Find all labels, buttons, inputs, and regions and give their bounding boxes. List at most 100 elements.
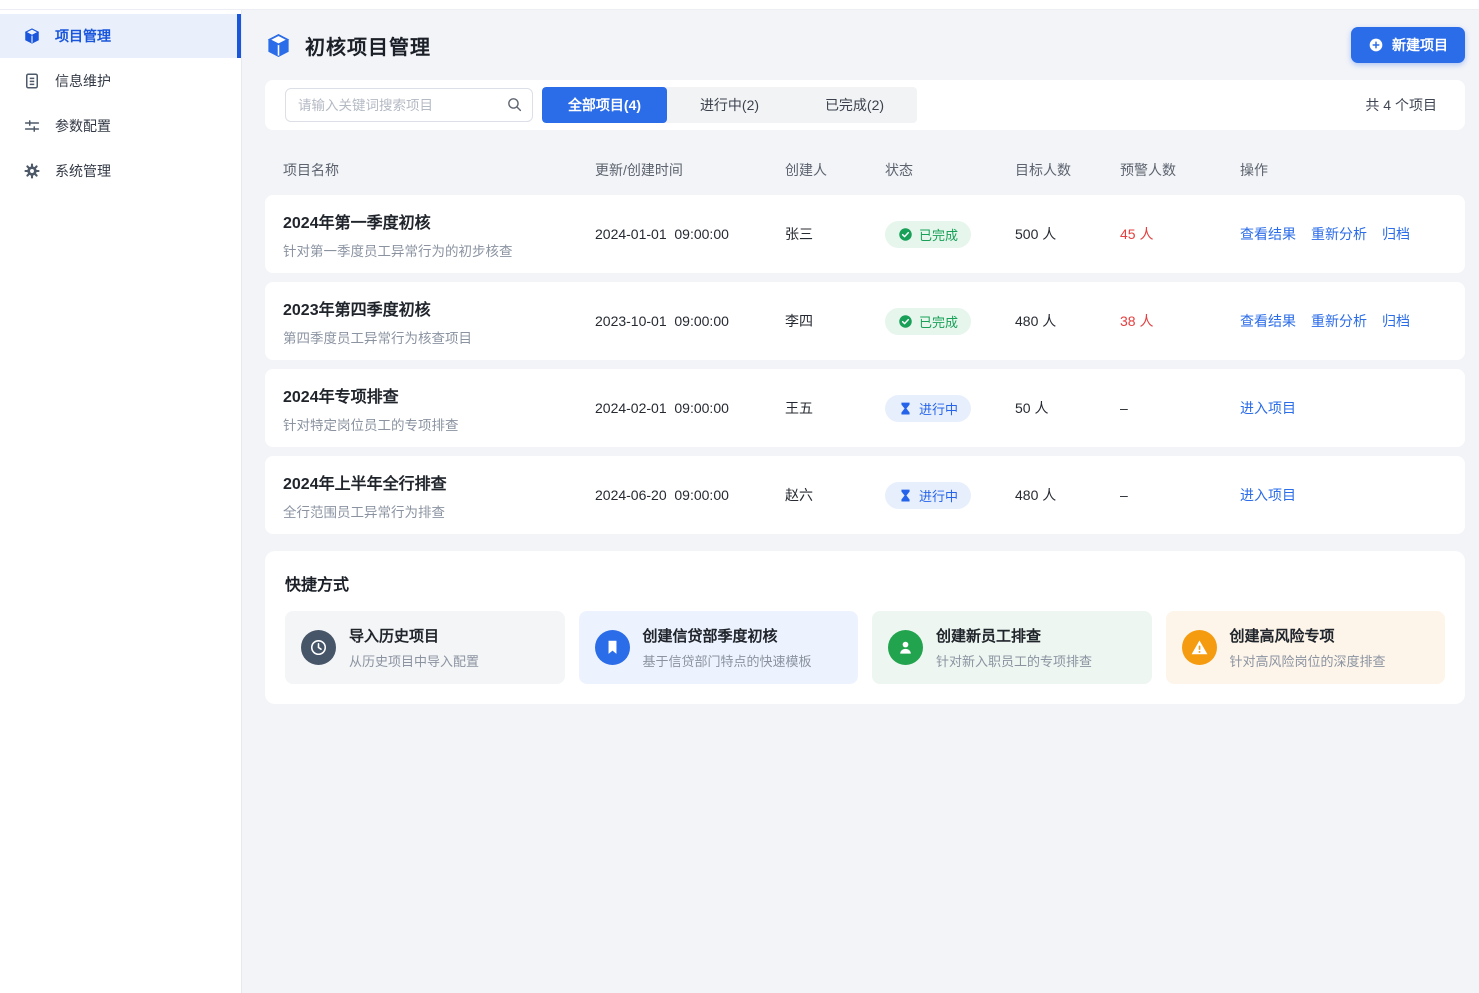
project-name: 2024年第一季度初核 bbox=[283, 209, 595, 233]
column-header-name: 项目名称 bbox=[283, 160, 595, 180]
project-name: 2024年上半年全行排查 bbox=[283, 470, 595, 494]
shortcut-title: 创建信贷部季度初核 bbox=[643, 625, 812, 646]
shortcut-description: 针对新入职员工的专项排查 bbox=[936, 651, 1092, 670]
warning-triangle-icon bbox=[1182, 630, 1217, 665]
project-name: 2024年专项排查 bbox=[283, 383, 595, 407]
project-creator: 赵六 bbox=[785, 485, 885, 505]
shortcut-import-history[interactable]: 导入历史项目 从历史项目中导入配置 bbox=[285, 611, 565, 684]
sidebar-item-label: 参数配置 bbox=[55, 116, 111, 136]
project-description: 全行范围员工异常行为排查 bbox=[283, 501, 595, 521]
action-enter-project[interactable]: 进入项目 bbox=[1240, 398, 1296, 418]
check-circle-icon bbox=[898, 314, 913, 329]
sidebar-item-label: 系统管理 bbox=[55, 161, 111, 181]
project-time: 2024-01-01 09:00:00 bbox=[595, 226, 785, 242]
filter-bar: 全部项目(4) 进行中(2) 已完成(2) 共 4 个项目 bbox=[265, 80, 1465, 130]
status-badge: 已完成 bbox=[885, 308, 971, 335]
cube-icon bbox=[23, 27, 41, 45]
project-creator: 张三 bbox=[785, 224, 885, 244]
document-icon bbox=[23, 72, 41, 90]
project-description: 第四季度员工异常行为核查项目 bbox=[283, 327, 595, 347]
warning-count: – bbox=[1120, 487, 1240, 503]
status-label: 已完成 bbox=[919, 312, 958, 331]
column-header-warning: 预警人数 bbox=[1120, 160, 1240, 180]
shortcut-new-employee[interactable]: 创建新员工排查 针对新入职员工的专项排查 bbox=[872, 611, 1152, 684]
check-circle-icon bbox=[898, 227, 913, 242]
project-count: 共 4 个项目 bbox=[1365, 95, 1445, 115]
status-label: 已完成 bbox=[919, 225, 958, 244]
action-archive[interactable]: 归档 bbox=[1382, 224, 1410, 244]
sidebar-item-label: 信息维护 bbox=[55, 71, 111, 91]
project-name: 2023年第四季度初核 bbox=[283, 296, 595, 320]
shortcut-title: 创建新员工排查 bbox=[936, 625, 1092, 646]
top-strip bbox=[0, 0, 1479, 10]
status-badge: 进行中 bbox=[885, 395, 971, 422]
shortcuts-title: 快捷方式 bbox=[285, 571, 1445, 595]
shortcut-credit-quarterly[interactable]: 创建信贷部季度初核 基于信贷部门特点的快速模板 bbox=[579, 611, 859, 684]
column-header-status: 状态 bbox=[885, 160, 1015, 180]
plus-circle-icon bbox=[1368, 37, 1384, 53]
page-title: 初核项目管理 bbox=[305, 31, 431, 60]
status-label: 进行中 bbox=[919, 399, 958, 418]
table-row: 2024年上半年全行排查 全行范围员工异常行为排查 2024-06-20 09:… bbox=[265, 456, 1465, 534]
table-row: 2024年专项排查 针对特定岗位员工的专项排查 2024-02-01 09:00… bbox=[265, 369, 1465, 447]
table-header: 项目名称 更新/创建时间 创建人 状态 目标人数 预警人数 操作 bbox=[265, 148, 1465, 192]
sidebar: 项目管理 信息维护 参数配置 系统管理 bbox=[0, 10, 242, 993]
new-project-button-label: 新建项目 bbox=[1392, 35, 1448, 55]
tab-all-projects[interactable]: 全部项目(4) bbox=[542, 87, 667, 123]
gear-icon bbox=[23, 162, 41, 180]
action-reanalyze[interactable]: 重新分析 bbox=[1311, 311, 1367, 331]
target-count: 50 人 bbox=[1015, 398, 1120, 418]
tab-in-progress[interactable]: 进行中(2) bbox=[667, 87, 792, 123]
column-header-actions: 操作 bbox=[1240, 160, 1447, 180]
main-content: 初核项目管理 新建项目 全部项目(4) 进行中(2) 已完成(2) 共 4 个项… bbox=[242, 10, 1479, 993]
warning-count: 38 人 bbox=[1120, 311, 1240, 331]
project-description: 针对第一季度员工异常行为的初步核查 bbox=[283, 240, 595, 260]
action-archive[interactable]: 归档 bbox=[1382, 311, 1410, 331]
page-header: 初核项目管理 新建项目 bbox=[265, 10, 1465, 80]
hourglass-icon bbox=[898, 488, 913, 503]
bookmark-icon bbox=[595, 630, 630, 665]
shortcut-title: 创建高风险专项 bbox=[1230, 625, 1386, 646]
project-time: 2024-02-01 09:00:00 bbox=[595, 400, 785, 416]
shortcut-description: 基于信贷部门特点的快速模板 bbox=[643, 651, 812, 670]
status-tabs: 全部项目(4) 进行中(2) 已完成(2) bbox=[542, 87, 917, 123]
clock-icon bbox=[301, 630, 336, 665]
status-badge: 进行中 bbox=[885, 482, 971, 509]
warning-count: 45 人 bbox=[1120, 224, 1240, 244]
sidebar-item-system-management[interactable]: 系统管理 bbox=[0, 149, 241, 193]
tab-completed[interactable]: 已完成(2) bbox=[792, 87, 917, 123]
new-project-button[interactable]: 新建项目 bbox=[1351, 27, 1465, 63]
project-time: 2024-06-20 09:00:00 bbox=[595, 487, 785, 503]
column-header-time: 更新/创建时间 bbox=[595, 160, 785, 180]
target-count: 480 人 bbox=[1015, 311, 1120, 331]
sidebar-item-label: 项目管理 bbox=[55, 26, 111, 46]
active-accent-bar bbox=[237, 14, 241, 58]
action-enter-project[interactable]: 进入项目 bbox=[1240, 485, 1296, 505]
table-row: 2024年第一季度初核 针对第一季度员工异常行为的初步核查 2024-01-01… bbox=[265, 195, 1465, 273]
status-badge: 已完成 bbox=[885, 221, 971, 248]
project-creator: 王五 bbox=[785, 398, 885, 418]
status-label: 进行中 bbox=[919, 486, 958, 505]
table-row: 2023年第四季度初核 第四季度员工异常行为核查项目 2023-10-01 09… bbox=[265, 282, 1465, 360]
action-view-results[interactable]: 查看结果 bbox=[1240, 311, 1296, 331]
cube-icon bbox=[265, 32, 292, 59]
action-reanalyze[interactable]: 重新分析 bbox=[1311, 224, 1367, 244]
person-icon bbox=[888, 630, 923, 665]
shortcut-description: 从历史项目中导入配置 bbox=[349, 651, 479, 670]
sidebar-item-parameter-config[interactable]: 参数配置 bbox=[0, 104, 241, 148]
action-view-results[interactable]: 查看结果 bbox=[1240, 224, 1296, 244]
shortcut-title: 导入历史项目 bbox=[349, 625, 479, 646]
column-header-target: 目标人数 bbox=[1015, 160, 1120, 180]
hourglass-icon bbox=[898, 401, 913, 416]
magnifier-icon[interactable] bbox=[506, 96, 523, 113]
project-time: 2023-10-01 09:00:00 bbox=[595, 313, 785, 329]
warning-count: – bbox=[1120, 400, 1240, 416]
shortcut-high-risk[interactable]: 创建高风险专项 针对高风险岗位的深度排查 bbox=[1166, 611, 1446, 684]
target-count: 480 人 bbox=[1015, 485, 1120, 505]
search-input[interactable] bbox=[285, 88, 533, 122]
sidebar-item-project-management[interactable]: 项目管理 bbox=[0, 14, 241, 58]
sidebar-item-info-maintenance[interactable]: 信息维护 bbox=[0, 59, 241, 103]
sliders-icon bbox=[23, 117, 41, 135]
shortcut-description: 针对高风险岗位的深度排查 bbox=[1230, 651, 1386, 670]
project-description: 针对特定岗位员工的专项排查 bbox=[283, 414, 595, 434]
